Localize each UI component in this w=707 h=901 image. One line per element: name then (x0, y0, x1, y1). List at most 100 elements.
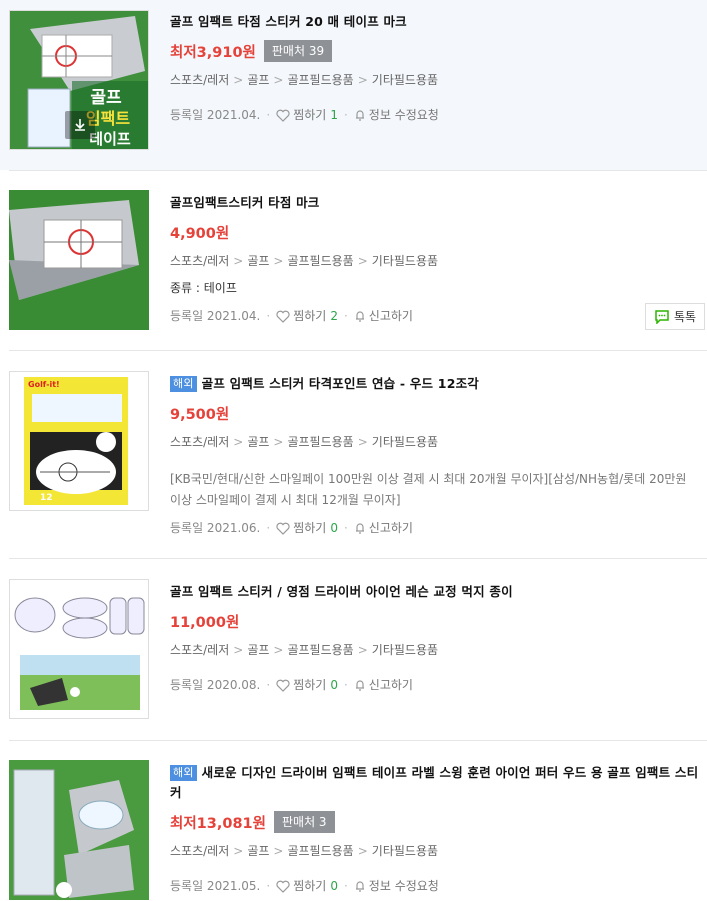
product-thumbnail[interactable]: 골프 임팩트 테이프 (9, 10, 149, 150)
product-meta: 등록일 2020.08. · 찜하기 0 · 신고하기 (170, 677, 413, 693)
report-button[interactable]: 신고하기 (354, 677, 413, 693)
product-title-text: 골프 임팩트 스티커 타격포인트 연습 - 우드 12조각 (201, 376, 479, 391)
wish-count: 1 (330, 108, 338, 122)
overseas-badge: 해외 (170, 376, 197, 392)
category-link[interactable]: 골프필드용품 (287, 435, 353, 449)
heart-icon (276, 679, 290, 692)
wish-count: 0 (330, 678, 338, 692)
product-thumbnail[interactable] (9, 760, 149, 900)
registered-date: 등록일 2021.04. (170, 108, 261, 122)
category-link[interactable]: 기타필드용품 (372, 254, 438, 268)
category-link[interactable]: 기타필드용품 (372, 435, 438, 449)
product-price[interactable]: 9,500원 (170, 403, 229, 424)
talktalk-button[interactable]: 톡톡 (645, 303, 705, 330)
registered-date: 등록일 2021.05. (170, 879, 261, 893)
product-price[interactable]: 11,000원 (170, 611, 239, 632)
product-meta: 등록일 2021.04. · 찜하기 1 · 정보 수정요청 (170, 107, 439, 123)
category-link[interactable]: 골프 (247, 643, 269, 657)
product-description: [KB국민/현대/신한 스마일페이 100만원 이상 결제 시 최대 20개월 … (170, 472, 687, 507)
bell-icon (355, 110, 364, 121)
registered-date: 등록일 2021.06. (170, 521, 261, 535)
category-link[interactable]: 스포츠/레저 (170, 73, 229, 87)
category-path: 스포츠/레저 > 골프 > 골프필드용품 > 기타필드용품 (170, 73, 439, 87)
action-label: 정보 수정요청 (368, 879, 439, 893)
bell-icon (355, 881, 364, 892)
download-icon[interactable] (65, 111, 95, 139)
heart-icon (276, 880, 290, 893)
product-thumbnail[interactable] (9, 579, 149, 719)
category-link[interactable]: 골프필드용품 (287, 643, 353, 657)
category-link[interactable]: 골프 (247, 73, 269, 87)
product-title[interactable]: 해외 골프 임팩트 스티커 타격포인트 연습 - 우드 12조각 (170, 374, 699, 394)
wish-label: 찜하기 (293, 309, 327, 323)
product-meta: 등록일 2021.05. · 찜하기 0 · 정보 수정요청 (170, 878, 439, 894)
product-title[interactable]: 골프임팩트스티커 타점 마크 (170, 193, 699, 213)
product-price[interactable]: 최저3,910원 (170, 41, 256, 62)
wish-button[interactable]: 찜하기 2 (276, 308, 338, 324)
item-divider (9, 740, 707, 741)
product-thumbnail[interactable] (9, 190, 149, 330)
category-link[interactable]: 스포츠/레저 (170, 435, 229, 449)
category-link[interactable]: 기타필드용품 (372, 643, 438, 657)
overseas-badge: 해외 (170, 765, 197, 781)
wish-label: 찜하기 (293, 678, 327, 692)
category-link[interactable]: 기타필드용품 (372, 844, 438, 858)
category-link[interactable]: 골프필드용품 (287, 73, 353, 87)
seller-count-button[interactable]: 판매처 39 (263, 40, 333, 62)
action-label: 정보 수정요청 (368, 108, 439, 122)
product-price[interactable]: 최저13,081원 (170, 812, 266, 833)
category-link[interactable]: 골프필드용품 (287, 844, 353, 858)
wish-count: 0 (330, 879, 338, 893)
product-meta: 등록일 2021.04. · 찜하기 2 · 신고하기 (170, 308, 413, 324)
heart-icon (276, 522, 290, 535)
action-label: 신고하기 (368, 309, 413, 323)
product-title[interactable]: 골프 임팩트 스티커 / 영점 드라이버 아이언 레슨 교정 먹지 종이 (170, 582, 699, 602)
wish-count: 2 (330, 309, 338, 323)
item-divider (9, 558, 707, 559)
product-meta: 등록일 2021.06. · 찜하기 0 · 신고하기 (170, 520, 413, 536)
product-price[interactable]: 4,900원 (170, 222, 229, 243)
product-spec: 종류 : 테이프 (170, 281, 237, 295)
category-link[interactable]: 골프 (247, 254, 269, 268)
category-link[interactable]: 골프필드용품 (287, 254, 353, 268)
category-path: 스포츠/레저 > 골프 > 골프필드용품 > 기타필드용품 (170, 844, 439, 858)
thumb-overlay-1a: 골프 (90, 88, 122, 108)
info-edit-request-button[interactable]: 정보 수정요청 (354, 107, 439, 123)
wish-button[interactable]: 찜하기 1 (276, 107, 338, 123)
product-image-3: Golf-it! 12 (10, 372, 148, 510)
wish-label: 찜하기 (293, 521, 327, 535)
seller-count-button[interactable]: 판매처 3 (273, 811, 335, 833)
wish-button[interactable]: 찜하기 0 (276, 520, 338, 536)
category-link[interactable]: 골프 (247, 435, 269, 449)
bell-icon (355, 523, 364, 534)
action-label: 신고하기 (368, 678, 413, 692)
talktalk-label: 톡톡 (673, 310, 697, 324)
category-link[interactable]: 스포츠/레저 (170, 844, 229, 858)
category-link[interactable]: 스포츠/레저 (170, 254, 229, 268)
product-image-4 (10, 580, 148, 718)
report-button[interactable]: 신고하기 (354, 520, 413, 536)
product-title[interactable]: 골프 임팩트 타점 스티커 20 매 테이프 마크 (170, 12, 699, 32)
wish-count: 0 (330, 521, 338, 535)
info-edit-request-button[interactable]: 정보 수정요청 (354, 878, 439, 894)
wish-label: 찜하기 (293, 879, 327, 893)
item-divider (9, 350, 707, 351)
wish-button[interactable]: 찜하기 0 (276, 878, 338, 894)
product-thumbnail[interactable]: Golf-it! 12 (9, 371, 149, 511)
wish-button[interactable]: 찜하기 0 (276, 677, 338, 693)
report-button[interactable]: 신고하기 (354, 308, 413, 324)
product-title[interactable]: 해외 새로운 디자인 드라이버 임팩트 테이프 라벨 스윙 훈련 아이언 퍼터 우… (170, 763, 699, 803)
thumb-overlay-1c: 테이프 (89, 130, 131, 148)
registered-date: 등록일 2020.08. (170, 678, 261, 692)
thumb-number: 12 (40, 493, 53, 503)
category-path: 스포츠/레저 > 골프 > 골프필드용품 > 기타필드용품 (170, 435, 439, 449)
category-link[interactable]: 기타필드용품 (372, 73, 438, 87)
category-link[interactable]: 스포츠/레저 (170, 643, 229, 657)
category-link[interactable]: 골프 (247, 844, 269, 858)
product-image-5 (9, 760, 149, 900)
bell-icon (355, 311, 364, 322)
product-image-2 (9, 190, 149, 330)
heart-icon (276, 109, 290, 122)
bell-icon (355, 680, 364, 691)
registered-date: 등록일 2021.04. (170, 309, 261, 323)
